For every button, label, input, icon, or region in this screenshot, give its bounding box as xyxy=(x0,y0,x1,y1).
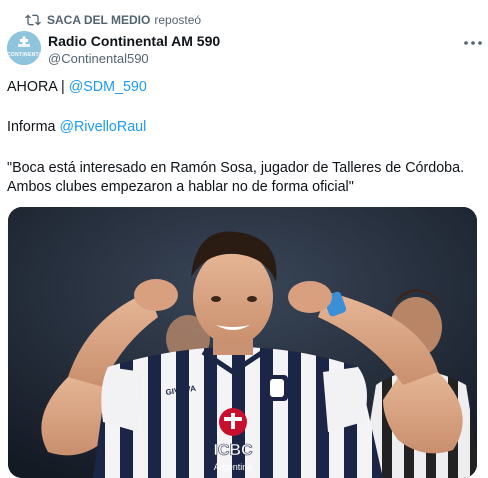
mention-link[interactable]: @RivelloRaul xyxy=(59,119,146,135)
tweet-photo[interactable]: ICBC Argentina GIVOVA xyxy=(8,207,477,478)
repost-verb: reposteó xyxy=(154,13,202,27)
shirt-sponsor-sub: Argentina xyxy=(214,462,253,472)
avatar-text: CONTINENTAL xyxy=(7,52,41,58)
tweet-line-1: AHORA | @SDM_590 xyxy=(7,78,147,97)
tweet-line-2: Informa @RivelloRaul xyxy=(7,118,146,137)
repost-icon xyxy=(25,14,41,26)
avatar[interactable]: CONTINENTAL xyxy=(7,31,41,65)
tweet-quote-line-2: Ambos clubes empezaron a hablar no de fo… xyxy=(7,179,354,195)
repost-account[interactable]: SACA DEL MEDIO xyxy=(47,13,150,27)
shirt-sponsor: ICBC xyxy=(213,442,253,459)
player-photo: ICBC Argentina GIVOVA xyxy=(8,207,477,478)
mention-link[interactable]: @SDM_590 xyxy=(69,79,147,95)
tweet-text-prefix: AHORA | xyxy=(7,79,69,95)
tweet-text-prefix: Informa xyxy=(7,119,60,135)
repost-banner[interactable]: SACA DEL MEDIO reposteó xyxy=(25,13,202,27)
more-options-icon[interactable] xyxy=(463,40,483,46)
author-handle[interactable]: @Continental590 xyxy=(48,51,149,66)
author-name[interactable]: Radio Continental AM 590 xyxy=(48,33,220,49)
avatar-logo-icon xyxy=(7,31,41,65)
tweet-quote-line-1: "Boca está interesado en Ramón Sosa, jug… xyxy=(7,160,465,176)
